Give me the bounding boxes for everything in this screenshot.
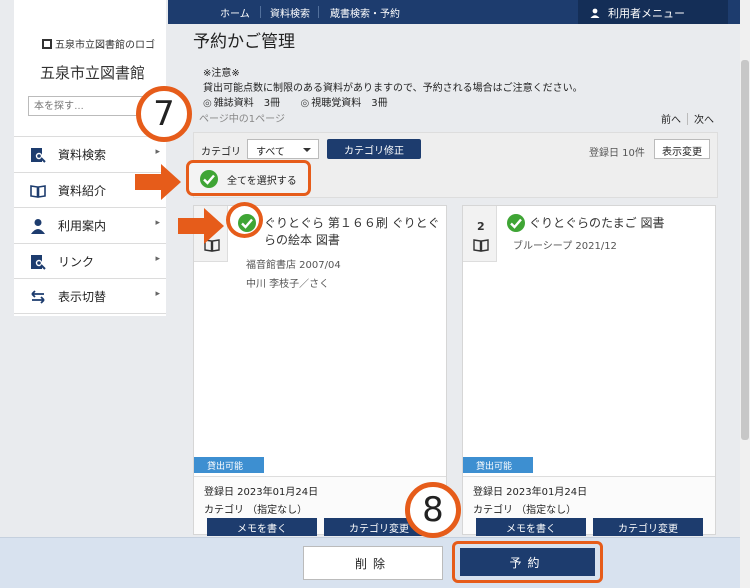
category-select[interactable]: すべて [247,139,319,159]
card-footer: 登録日 2023年01月24日 カテゴリ （指定なし） メモを書く カテゴリ変更 [463,476,715,536]
category-label: カテゴリ [201,147,241,158]
sidebar: 五泉市立図書館のロゴ 五泉市立図書館 資料検索 ▸ 資料紹介 ▸ 利用案内 ▸ … [14,0,166,316]
registered-date: 登録日 2023年01月24日 [204,487,319,498]
person-icon [31,219,45,234]
status-badge: 貸出可能 [194,457,264,473]
logo-small-text: 五泉市立図書館のロゴ [55,40,155,51]
nav-home-link[interactable]: ホーム [220,5,250,20]
write-memo-button[interactable]: メモを書く [476,518,586,536]
sidebar-item-label: 表示切替 [58,290,107,304]
sidebar-item-display[interactable]: 表示切替 ▸ [14,278,166,314]
registered-count: 登録日 10件 [589,148,645,159]
search-book-icon [31,254,46,270]
step-7-marker: 7 [136,86,192,142]
bullet-icon: ◎ [203,98,212,109]
page-info: ページ中の1ページ [199,114,285,125]
nav-separator [318,6,319,18]
nav-search-link[interactable]: 資料検索 [270,5,310,20]
book-icon [473,239,489,252]
view-change-button[interactable]: 表示変更 [654,139,710,159]
registered-date: 登録日 2023年01月24日 [473,487,588,498]
item-number-box: 2 [463,206,497,262]
logo-mark-icon [42,39,52,49]
sidebar-item-guide[interactable]: 利用案内 ▸ [14,207,166,243]
item-category: カテゴリ （指定なし） [473,505,577,516]
notice: ※注意※ 貸出可能点数に制限のある資料がありますので、予約される場合はご注意くだ… [203,66,583,111]
arrow-right-icon [178,208,224,244]
step-8-marker: 8 [405,482,461,538]
scrollbar-thumb[interactable] [741,60,749,440]
page-title: 予約かご管理 [193,32,295,52]
write-memo-button[interactable]: メモを書く [207,518,317,536]
check-circle-icon [200,170,218,188]
bullet-icon: ◎ [300,98,310,109]
category-edit-button[interactable]: カテゴリ修正 [327,139,421,159]
user-menu-button[interactable]: 利用者メニュー [578,0,728,24]
notice-body: 貸出可能点数に制限のある資料がありますので、予約される場合はご注意ください。 [203,83,583,94]
item-checkbox[interactable] [506,213,526,233]
chevron-right-icon: ▸ [155,289,160,299]
library-name: 五泉市立図書館 [40,64,146,82]
item-publisher: 福音館書店 2007/04 [246,260,341,271]
item-number: 2 [477,220,485,233]
chevron-right-icon: ▸ [155,147,160,157]
notice-head: ※注意※ [203,68,240,79]
reserve-highlight: 予約 [452,541,603,583]
select-all-label: 全てを選択する [227,176,297,187]
item-title[interactable]: ぐりとぐらのたまご 図書 [529,215,707,232]
pager: 前へ 次へ [661,111,714,126]
sidebar-item-links[interactable]: リンク ▸ [14,242,166,279]
next-page-link[interactable]: 次へ [694,115,714,126]
sidebar-item-label: 資料検索 [58,148,107,162]
select-all-checkbox[interactable]: 全てを選択する [186,160,311,196]
item-checkbox-highlight [226,202,263,238]
prev-page-link[interactable]: 前へ [661,115,681,126]
chevron-right-icon: ▸ [155,218,160,228]
dropdown-arrow-icon [303,148,311,152]
reserve-button[interactable]: 予約 [460,548,595,576]
category-select-value: すべて [256,147,285,158]
user-icon [590,8,600,18]
top-nav: ホーム 資料検索 蔵書検索・予約 利用者メニュー [168,0,740,24]
notice-limits: ◎ 雑誌資料 3冊 ◎ 視聴覚資料 3冊 [203,96,583,111]
sidebar-item-label: 利用案内 [58,219,107,233]
delete-button[interactable]: 削除 [303,546,443,580]
book-search-input[interactable] [28,96,148,116]
basket-item-card: 2 ぐりとぐらのたまご 図書 ブルーシープ 2021/12 貸出可能 登録日 2… [462,205,716,536]
library-logo[interactable]: 五泉市立図書館のロゴ [42,36,155,51]
user-menu-label: 利用者メニュー [608,7,685,20]
notice-magazine: 雑誌資料 3冊 [213,98,281,109]
item-publisher: ブルーシープ 2021/12 [513,241,617,252]
pager-separator [687,113,688,125]
nav-catalog-link[interactable]: 蔵書検索・予約 [330,5,400,20]
chevron-right-icon: ▸ [155,253,160,264]
status-badge: 貸出可能 [463,457,533,473]
nav-separator [260,6,261,18]
notice-av: 視聴覚資料 3冊 [311,98,388,109]
search-book-icon [31,148,46,163]
swap-arrows-icon [31,290,45,304]
sidebar-item-label: 資料紹介 [58,183,107,198]
item-title[interactable]: ぐりとぐら 第１６６刷 ぐりとぐらの絵本 図書 [264,215,442,249]
open-book-icon [30,184,46,198]
item-category: カテゴリ （指定なし） [204,505,308,516]
item-author: 中川 李枝子／さく [246,279,330,290]
sidebar-item-label: リンク [58,254,95,269]
arrow-right-icon [135,164,181,200]
basket-item-card: 1 ぐりとぐら 第１６６刷 ぐりとぐらの絵本 図書 福音館書店 2007/04 … [193,205,447,536]
category-change-button[interactable]: カテゴリ変更 [593,518,703,536]
vertical-scrollbar[interactable] [740,0,750,588]
